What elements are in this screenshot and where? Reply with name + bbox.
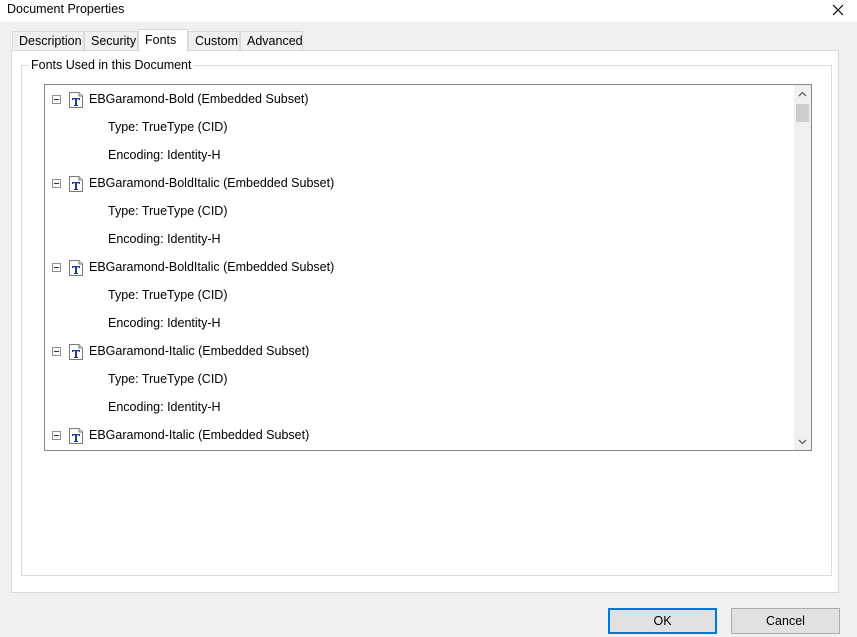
font-encoding: Encoding: Identity-H [108,316,221,330]
collapse-minus-icon[interactable] [52,431,61,440]
font-tree-item[interactable]: EBGaramond-BoldItalic (Embedded Subset) [45,169,793,197]
tab-description[interactable]: Description [12,31,84,51]
font-type: Type: TrueType (CID) [108,120,228,134]
title-bar: Document Properties [0,0,857,22]
close-icon [832,4,844,16]
font-name: EBGaramond-Italic (Embedded Subset) [89,428,310,442]
font-type-row: Type: TrueType (CID) [45,281,793,309]
font-tree-item[interactable]: EBGaramond-Bold (Embedded Subset) [45,85,793,113]
window-title: Document Properties [7,2,125,16]
scroll-thumb[interactable] [796,104,809,122]
font-encoding-row: Encoding: Identity-H [45,141,793,169]
fonts-group-box: Fonts Used in this Document EBGaramond-B… [21,58,832,576]
collapse-minus-icon[interactable] [52,347,61,356]
chevron-up-icon [798,91,807,96]
font-encoding: Encoding: Identity-H [108,400,221,414]
tab-custom[interactable]: Custom [188,31,240,51]
font-tree-item[interactable]: EBGaramond-BoldItalic (Embedded Subset) [45,253,793,281]
font-encoding-row: Encoding: Identity-H [45,309,793,337]
collapse-minus-icon[interactable] [52,263,61,272]
font-encoding: Encoding: Identity-H [108,148,221,162]
tab-label: Advanced [247,34,303,48]
truetype-font-icon [68,344,84,360]
truetype-font-icon [68,428,84,444]
font-type-row: Type: TrueType (CID) [45,197,793,225]
cancel-button[interactable]: Cancel [731,608,840,634]
group-legend: Fonts Used in this Document [29,58,194,72]
font-type-row: Type: TrueType (CID) [45,113,793,141]
font-type-row: Type: TrueType (CID) [45,365,793,393]
document-properties-dialog: Document Properties Description Security… [0,0,857,637]
font-encoding-row: Encoding: Identity-H [45,393,793,421]
font-encoding: Encoding: Identity-H [108,232,221,246]
truetype-font-icon [68,260,84,276]
font-tree-item[interactable]: EBGaramond-Italic (Embedded Subset) [45,337,793,365]
tab-label: Security [91,34,137,48]
font-type: Type: TrueType (CID) [108,288,228,302]
collapse-minus-icon[interactable] [52,95,61,104]
font-name: EBGaramond-BoldItalic (Embedded Subset) [89,260,335,274]
tab-label: Custom [195,34,239,48]
tree-rows: EBGaramond-Bold (Embedded Subset) Type: T… [45,85,793,449]
scroll-down-button[interactable] [794,433,811,450]
truetype-font-icon [68,92,84,108]
collapse-minus-icon[interactable] [52,179,61,188]
tab-security[interactable]: Security [84,31,138,51]
font-encoding-row: Encoding: Identity-H [45,225,793,253]
scroll-up-button[interactable] [794,85,811,102]
tab-label: Description [19,34,82,48]
chevron-down-icon [798,439,807,444]
tab-fonts[interactable]: Fonts [138,29,188,52]
tab-label: Fonts [145,33,177,47]
font-name: EBGaramond-Italic (Embedded Subset) [89,344,310,358]
font-type: Type: TrueType (CID) [108,204,228,218]
fonts-tab-panel: Fonts Used in this Document EBGaramond-B… [11,50,839,593]
font-type: Type: TrueType (CID) [108,372,228,386]
ok-button[interactable]: OK [608,608,717,634]
font-name: EBGaramond-Bold (Embedded Subset) [89,92,309,106]
font-name: EBGaramond-BoldItalic (Embedded Subset) [89,176,335,190]
font-tree-item[interactable]: EBGaramond-Italic (Embedded Subset) [45,421,793,449]
close-button[interactable] [819,0,857,20]
truetype-font-icon [68,176,84,192]
vertical-scrollbar[interactable] [794,85,811,450]
fonts-tree[interactable]: EBGaramond-Bold (Embedded Subset) Type: T… [44,84,812,451]
tab-advanced[interactable]: Advanced [240,31,303,51]
